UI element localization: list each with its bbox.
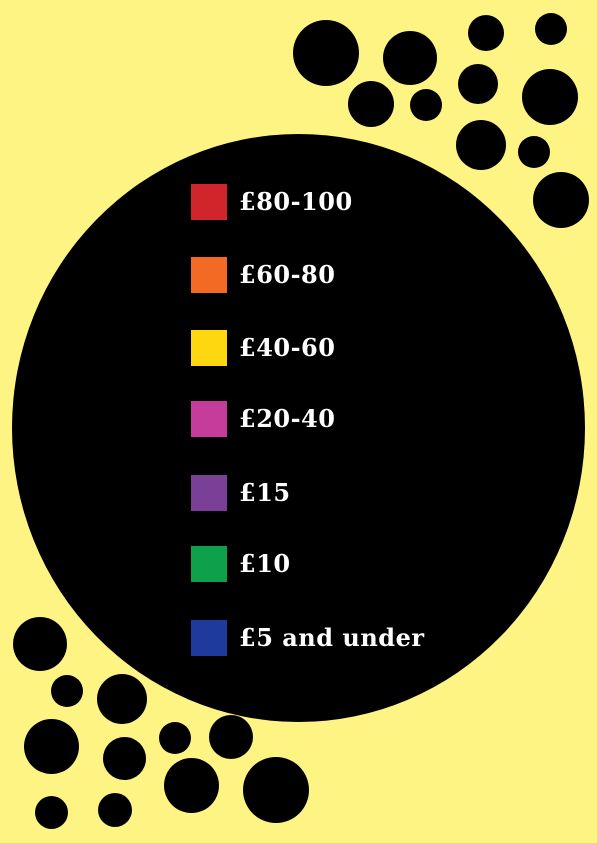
decorative-dot — [103, 737, 146, 780]
legend-item-10: £10 — [191, 546, 291, 582]
decorative-dot — [209, 715, 253, 759]
decorative-dot — [13, 617, 67, 671]
legend-item-60-80: £60-80 — [191, 257, 335, 293]
legend-item-40-60: £40-60 — [191, 330, 335, 366]
decorative-dot — [522, 69, 578, 125]
decorative-dot — [51, 675, 83, 707]
decorative-dot — [456, 120, 506, 170]
poster-background: £80-100 £60-80 £40-60 £20-40 £15 £10 £5 … — [0, 0, 597, 843]
color-swatch — [191, 401, 227, 437]
legend-label: £80-100 — [239, 187, 353, 216]
decorative-dot — [383, 31, 437, 85]
legend-item-80-100: £80-100 — [191, 184, 353, 220]
color-swatch — [191, 330, 227, 366]
decorative-dot — [243, 757, 309, 823]
decorative-dot — [458, 64, 498, 104]
legend-label: £10 — [239, 549, 291, 578]
legend-label: £40-60 — [239, 333, 336, 362]
decorative-dot — [164, 758, 219, 813]
decorative-dot — [159, 722, 191, 754]
decorative-dot — [97, 674, 147, 724]
legend-label: £20-40 — [239, 404, 336, 433]
color-swatch — [191, 546, 227, 582]
legend-item-5-and-under: £5 and under — [191, 620, 424, 656]
color-swatch — [191, 475, 227, 511]
decorative-dot — [35, 796, 68, 829]
decorative-dot — [533, 172, 589, 228]
decorative-dot — [98, 793, 132, 827]
decorative-dot — [410, 89, 442, 121]
decorative-dot — [468, 15, 504, 51]
decorative-dot — [518, 136, 550, 168]
legend-item-20-40: £20-40 — [191, 401, 335, 437]
color-swatch — [191, 620, 227, 656]
decorative-dot — [535, 13, 567, 45]
legend-item-15: £15 — [191, 475, 291, 511]
color-swatch — [191, 184, 227, 220]
color-swatch — [191, 257, 227, 293]
legend-label: £60-80 — [239, 260, 336, 289]
decorative-dot — [348, 81, 394, 127]
legend-label: £5 and under — [239, 623, 425, 652]
decorative-dot — [293, 20, 359, 86]
legend-label: £15 — [239, 478, 291, 507]
decorative-dot — [24, 719, 79, 774]
